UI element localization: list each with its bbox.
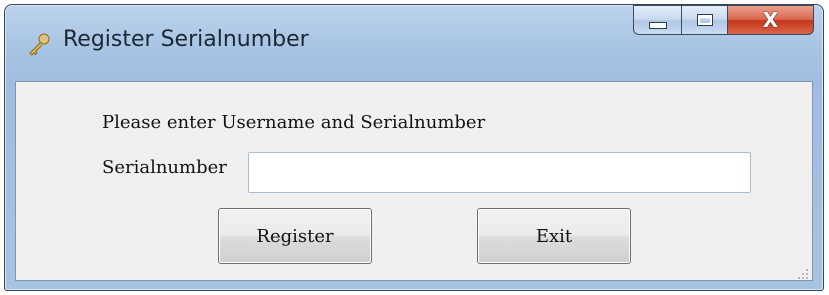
window-title: Register Serialnumber — [63, 27, 309, 52]
maximize-icon — [696, 14, 713, 26]
register-button[interactable]: Register — [218, 208, 372, 264]
serialnumber-input[interactable] — [248, 152, 751, 193]
close-button[interactable]: X — [728, 5, 814, 35]
title-bar[interactable]: Register Serialnumber X — [5, 5, 823, 81]
resize-grip[interactable] — [797, 265, 809, 279]
minimize-button[interactable] — [633, 5, 682, 35]
instruction-text: Please enter Username and Serialnumber — [102, 112, 486, 133]
minimize-icon — [648, 21, 667, 29]
caption-buttons: X — [633, 5, 814, 43]
register-dialog-window: Register Serialnumber X Please enter Use… — [4, 4, 824, 291]
key-icon — [27, 33, 51, 57]
maximize-button[interactable] — [682, 5, 728, 35]
dialog-client-area: Please enter Username and Serialnumber S… — [15, 81, 813, 281]
serialnumber-label: Serialnumber — [102, 157, 227, 178]
exit-button[interactable]: Exit — [477, 208, 631, 264]
close-icon: X — [762, 8, 779, 32]
